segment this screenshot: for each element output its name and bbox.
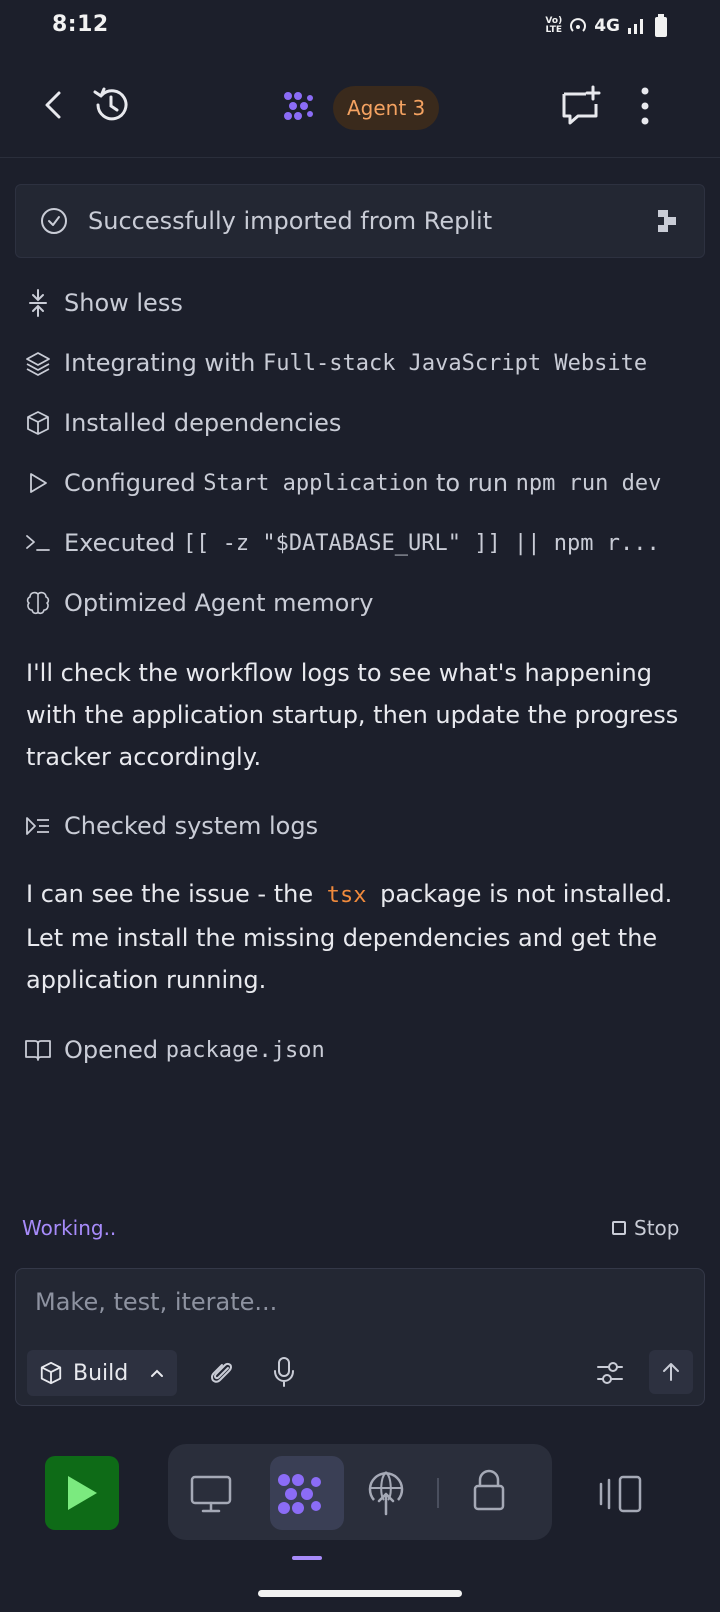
volte-indicator: Vo) LTE [545, 16, 563, 35]
terminal-icon [24, 529, 52, 557]
agent-logo-icon [284, 92, 313, 120]
book-open-icon [24, 1036, 52, 1064]
activity-executed[interactable]: Executed [[ -z "$DATABASE_URL" ]] || npm… [24, 523, 660, 563]
logs-icon [24, 812, 52, 840]
microphone-icon[interactable] [272, 1356, 296, 1388]
play-outline-icon [24, 469, 52, 497]
arrow-up-icon [663, 1363, 679, 1381]
import-success-banner: Successfully imported from Replit [15, 184, 705, 258]
more-vert-icon[interactable] [638, 86, 652, 126]
agent-message-1: I'll check the workflow logs to see what… [26, 659, 679, 771]
tab-divider [437, 1478, 439, 1508]
package-box-icon [24, 409, 52, 437]
chevron-up-icon [151, 1369, 164, 1377]
history-icon[interactable] [90, 84, 132, 126]
show-less-label: Show less [64, 289, 183, 317]
inline-code: tsx [326, 883, 367, 908]
banner-text: Successfully imported from Replit [88, 207, 493, 235]
signal-icon [628, 19, 643, 34]
home-indicator[interactable] [258, 1590, 462, 1597]
agent-tab-icon[interactable] [276, 1472, 324, 1516]
brain-icon [24, 589, 52, 617]
layers-icon [24, 349, 52, 377]
activity-configured[interactable]: Configured Start application to run npm … [24, 463, 661, 503]
working-status: Working.. [22, 1216, 117, 1240]
activity-integrating[interactable]: Integrating with Full-stack JavaScript W… [24, 343, 647, 383]
play-icon [68, 1476, 97, 1510]
settings-sliders-icon[interactable] [596, 1360, 624, 1386]
attach-paperclip-icon[interactable] [208, 1359, 236, 1387]
stop-square-icon [612, 1221, 626, 1235]
activity-checked-logs[interactable]: Checked system logs [24, 806, 318, 846]
stop-button[interactable]: Stop [612, 1216, 679, 1240]
show-less-toggle[interactable]: Show less [24, 283, 183, 323]
status-icons: Vo) LTE 4G [545, 14, 668, 38]
network-type: 4G [594, 16, 620, 36]
active-tab-indicator [292, 1556, 322, 1560]
package-box-icon [40, 1361, 62, 1385]
battery-icon [655, 14, 667, 37]
activity-installed[interactable]: Installed dependencies [24, 403, 341, 443]
message-input[interactable]: Make, test, iterate... [35, 1288, 277, 1316]
run-button[interactable] [45, 1456, 119, 1530]
deploy-globe-icon[interactable] [366, 1470, 406, 1516]
agent-message-2: I can see the issue - the tsx package is… [26, 880, 673, 994]
preview-monitor-icon[interactable] [190, 1474, 232, 1514]
collapse-icon [24, 289, 52, 317]
agent-version-pill[interactable]: Agent 3 [333, 86, 440, 130]
secrets-lock-icon[interactable] [472, 1468, 506, 1512]
status-time: 8:12 [52, 12, 109, 37]
activity-optimized[interactable]: Optimized Agent memory [24, 583, 373, 623]
replit-logo-icon [658, 210, 676, 232]
check-circle-icon [41, 208, 67, 234]
panels-toggle-icon[interactable] [598, 1474, 644, 1514]
activity-opened[interactable]: Opened package.json [24, 1030, 325, 1070]
hotspot-icon [570, 18, 587, 32]
mode-selector-button[interactable]: Build [27, 1350, 177, 1396]
send-button[interactable] [649, 1350, 693, 1394]
back-arrow-icon[interactable] [38, 88, 68, 122]
new-chat-icon[interactable] [560, 84, 602, 126]
